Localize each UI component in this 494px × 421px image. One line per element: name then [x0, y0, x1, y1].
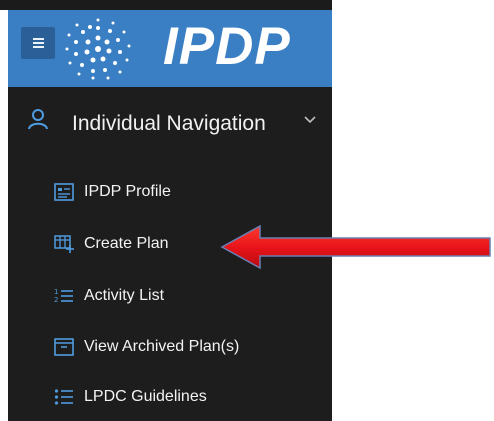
svg-text:2: 2: [54, 296, 58, 304]
nav-item-activity-list[interactable]: 1 2 Activity List: [8, 276, 332, 316]
logo-swirl-icon: [65, 18, 131, 80]
numbered-list-icon: 1 2: [54, 288, 73, 304]
archive-box-icon: [54, 338, 74, 356]
nav-item-label: LPDC Guidelines: [84, 388, 207, 405]
profile-card-icon: [54, 183, 74, 201]
hamburger-menu-button[interactable]: [21, 27, 55, 59]
bullet-list-icon: [54, 389, 73, 405]
hamburger-icon: [33, 38, 44, 48]
app-logo-text: IPDP: [163, 17, 291, 76]
red-arrow-icon: [220, 224, 491, 270]
nav-item-view-archived-plans[interactable]: View Archived Plan(s): [8, 327, 332, 367]
user-icon: [28, 109, 48, 130]
nav-item-label: Create Plan: [84, 235, 169, 252]
app-header: IPDP: [8, 10, 332, 87]
nav-item-label: Activity List: [84, 287, 165, 304]
nav-item-lpdc-guidelines[interactable]: LPDC Guidelines: [8, 377, 332, 417]
individual-navigation-toggle[interactable]: Individual Navigation: [8, 87, 332, 151]
svg-text:1: 1: [54, 288, 58, 296]
nav-item-label: IPDP Profile: [84, 183, 171, 200]
window-top-strip: [0, 0, 332, 10]
nav-item-ipdp-profile[interactable]: IPDP Profile: [8, 172, 332, 212]
create-plan-icon: [54, 235, 74, 253]
chevron-down-icon: [304, 116, 316, 124]
nav-item-label: View Archived Plan(s): [84, 338, 240, 355]
group-title: Individual Navigation: [72, 112, 266, 135]
